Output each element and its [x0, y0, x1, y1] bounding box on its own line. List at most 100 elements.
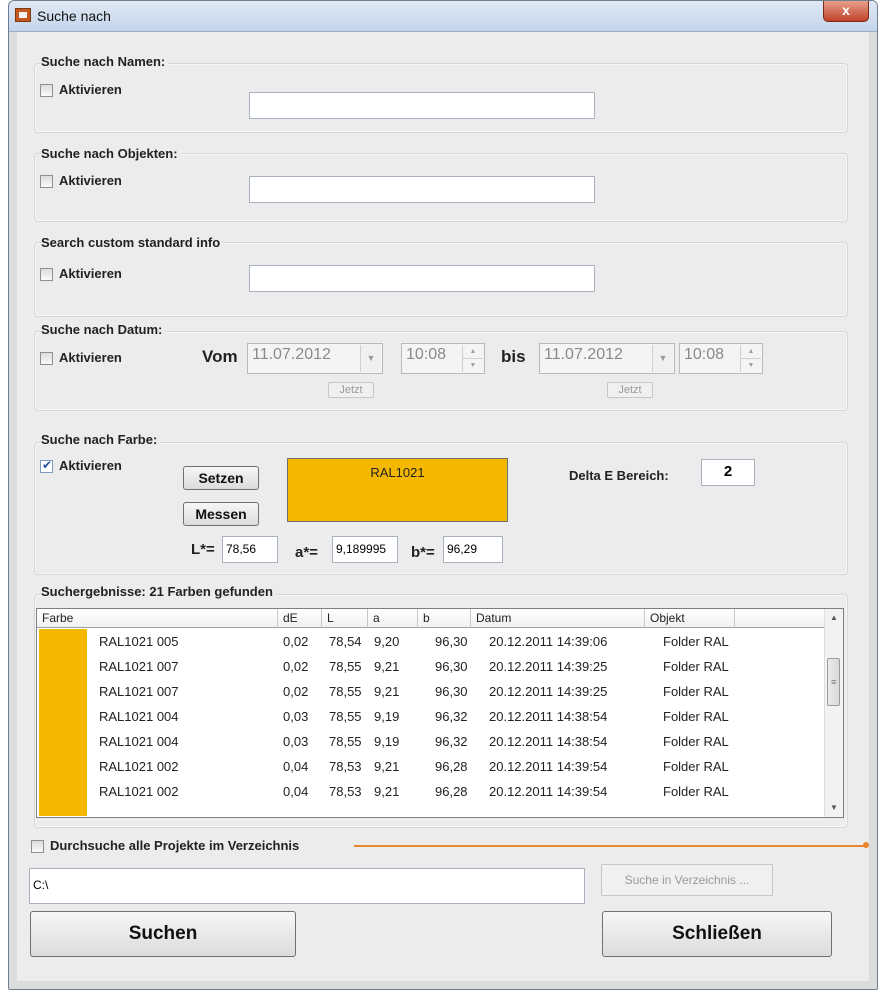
- color-group-label: Suche nach Farbe:: [41, 432, 161, 447]
- cell-a: 9,21: [374, 659, 400, 674]
- objects-activate-checkbox[interactable]: [40, 175, 53, 188]
- from-time-spin-buttons[interactable]: ▲ ▼: [462, 345, 483, 372]
- spin-up-icon[interactable]: ▲: [463, 345, 483, 359]
- results-scrollbar[interactable]: ▲ ≡ ▼: [824, 609, 843, 817]
- date-activate-checkbox[interactable]: [40, 352, 53, 365]
- spin-down-icon[interactable]: ▼: [741, 359, 761, 373]
- dialog-content: Suche nach Namen: Aktivieren Suche nach …: [17, 32, 869, 981]
- from-now-button[interactable]: Jetzt: [328, 382, 374, 398]
- date-activate-label: Aktivieren: [59, 350, 122, 365]
- column-header-a[interactable]: a: [368, 609, 418, 628]
- column-header-datum[interactable]: Datum: [471, 609, 645, 628]
- table-row[interactable]: RAL1021 005 0,02 78,54 9,20 96,30 20.12.2011 …: [37, 629, 825, 654]
- cell-objekt: Folder RAL: [663, 709, 729, 724]
- directory-path-input[interactable]: C:\: [29, 868, 585, 904]
- search-button[interactable]: Suchen: [30, 911, 296, 957]
- a-star-input[interactable]: 9,189995: [332, 536, 398, 563]
- cell-a: 9,21: [374, 684, 400, 699]
- column-header-objekt[interactable]: Objekt: [645, 609, 735, 628]
- swatch-color-name: RAL1021: [370, 465, 425, 480]
- color-activate-checkbox[interactable]: [40, 458, 53, 473]
- table-row[interactable]: RAL1021 002 0,04 78,53 9,21 96,28 20.12.2011 …: [37, 754, 825, 779]
- to-now-button[interactable]: Jetzt: [607, 382, 653, 398]
- cell-objekt: Folder RAL: [663, 759, 729, 774]
- cell-datum: 20.12.2011 14:39:54: [489, 759, 608, 774]
- b-star-label: b*=: [411, 544, 435, 561]
- cell-b: 96,32: [435, 734, 468, 749]
- column-header-empty: [735, 609, 825, 628]
- results-label: Suchergebnisse: 21 Farben gefunden: [41, 584, 276, 599]
- scroll-thumb[interactable]: ≡: [827, 658, 840, 706]
- custom-info-input[interactable]: [249, 265, 595, 292]
- l-star-input[interactable]: 78,56: [222, 536, 278, 563]
- objects-search-input[interactable]: [249, 176, 595, 203]
- cell-de: 0,02: [283, 634, 309, 649]
- cell-name: RAL1021 002: [99, 784, 179, 799]
- title-bar[interactable]: Suche nach x: [9, 1, 877, 32]
- to-date-picker[interactable]: 11.07.2012 ▼: [539, 343, 675, 374]
- table-row[interactable]: RAL1021 007 0,02 78,55 9,21 96,30 20.12.2011 …: [37, 679, 825, 704]
- measure-button[interactable]: Messen: [183, 502, 259, 526]
- cell-l: 78,54: [329, 634, 362, 649]
- name-activate-checkbox[interactable]: [40, 84, 53, 97]
- name-activate-label: Aktivieren: [59, 82, 122, 97]
- column-header-de[interactable]: dE: [278, 609, 322, 628]
- column-header-b[interactable]: b: [418, 609, 471, 628]
- to-time-spin-buttons[interactable]: ▲ ▼: [740, 345, 761, 372]
- scroll-down-icon[interactable]: ▼: [825, 799, 843, 817]
- cell-a: 9,19: [374, 709, 400, 724]
- close-button[interactable]: Schließen: [602, 911, 832, 957]
- to-time-spinner[interactable]: 10:08 ▲ ▼: [679, 343, 763, 374]
- color-activate-label: Aktivieren: [59, 458, 122, 473]
- callout-line: [354, 845, 866, 847]
- table-row[interactable]: RAL1021 004 0,03 78,55 9,19 96,32 20.12.2011 …: [37, 704, 825, 729]
- color-swatch: RAL1021: [287, 458, 508, 522]
- cell-b: 96,28: [435, 784, 468, 799]
- cell-a: 9,20: [374, 634, 400, 649]
- cell-name: RAL1021 005: [99, 634, 179, 649]
- to-time-value: 10:08: [684, 346, 725, 363]
- cell-name: RAL1021 004: [99, 709, 179, 724]
- table-row[interactable]: RAL1021 004 0,03 78,55 9,19 96,32 20.12.2011 …: [37, 729, 825, 754]
- cell-de: 0,03: [283, 734, 309, 749]
- cell-l: 78,53: [329, 759, 362, 774]
- spin-down-icon[interactable]: ▼: [463, 359, 483, 373]
- custom-activate-checkbox[interactable]: [40, 268, 53, 281]
- spin-up-icon[interactable]: ▲: [741, 345, 761, 359]
- results-table[interactable]: Farbe dE L a b Datum Objekt RAL1021 005 0…: [36, 608, 844, 818]
- chevron-down-icon[interactable]: ▼: [652, 345, 673, 372]
- custom-info-group-label: Search custom standard info: [41, 235, 224, 250]
- custom-activate-label: Aktivieren: [59, 266, 122, 281]
- window-title: Suche nach: [37, 8, 111, 24]
- table-row[interactable]: RAL1021 002 0,04 78,53 9,21 96,28 20.12.2011 …: [37, 779, 825, 804]
- row-color-swatch: [39, 679, 87, 704]
- set-color-button[interactable]: Setzen: [183, 466, 259, 490]
- row-color-swatch: [39, 654, 87, 679]
- cell-datum: 20.12.2011 14:38:54: [489, 734, 608, 749]
- column-header-farbe[interactable]: Farbe: [37, 609, 278, 628]
- to-date-value: 11.07.2012: [544, 346, 623, 363]
- search-dialog: Suche nach x Suche nach Namen: Aktiviere…: [8, 0, 878, 990]
- search-all-projects-checkbox[interactable]: [31, 840, 44, 853]
- cell-l: 78,55: [329, 659, 362, 674]
- row-color-swatch: [39, 754, 87, 779]
- search-all-projects-label: Durchsuche alle Projekte im Verzeichnis: [50, 838, 300, 853]
- cell-b: 96,30: [435, 684, 468, 699]
- cell-datum: 20.12.2011 14:39:06: [489, 634, 608, 649]
- cell-datum: 20.12.2011 14:39:25: [489, 659, 608, 674]
- chevron-down-icon[interactable]: ▼: [360, 345, 381, 372]
- from-time-spinner[interactable]: 10:08 ▲ ▼: [401, 343, 485, 374]
- close-window-button[interactable]: x: [823, 1, 869, 22]
- cell-a: 9,21: [374, 784, 400, 799]
- search-in-directory-button[interactable]: Suche in Verzeichnis ...: [601, 864, 773, 896]
- table-row[interactable]: RAL1021 007 0,02 78,55 9,21 96,30 20.12.2011 …: [37, 654, 825, 679]
- scroll-up-icon[interactable]: ▲: [825, 609, 843, 627]
- b-star-input[interactable]: 96,29: [443, 536, 503, 563]
- name-search-input[interactable]: [249, 92, 595, 119]
- column-header-l[interactable]: L: [322, 609, 368, 628]
- from-date-picker[interactable]: 11.07.2012 ▼: [247, 343, 383, 374]
- cell-a: 9,21: [374, 759, 400, 774]
- from-date-value: 11.07.2012: [252, 346, 331, 363]
- cell-l: 78,55: [329, 709, 362, 724]
- delta-e-input[interactable]: 2: [701, 459, 755, 486]
